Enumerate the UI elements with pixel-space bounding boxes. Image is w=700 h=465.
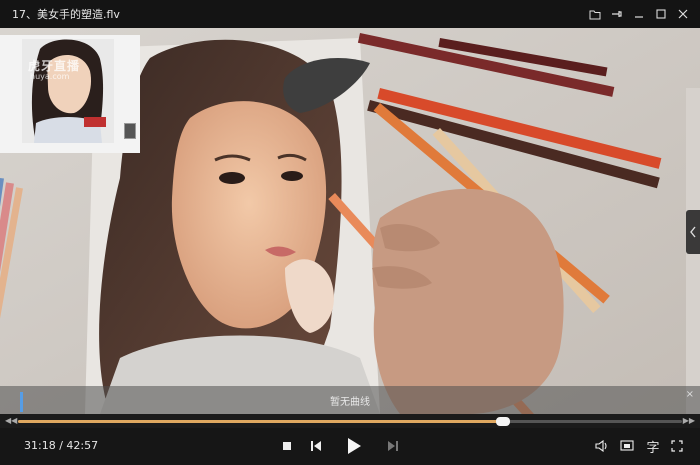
side-panel-toggle[interactable] — [686, 210, 700, 254]
control-bar: 31:18 / 42:57 字 — [0, 428, 700, 465]
pip-image — [22, 39, 114, 143]
curve-marker — [20, 392, 23, 412]
pip-thumbnail[interactable]: 虎牙直播 huya.com — [0, 35, 140, 153]
fullscreen-button[interactable] — [669, 435, 685, 457]
pin-icon[interactable] — [606, 3, 628, 25]
folder-icon[interactable] — [584, 3, 606, 25]
stop-button[interactable] — [280, 435, 294, 457]
window-title: 17、美女手的塑造.flv — [12, 8, 120, 21]
curve-strip: 暂无曲线 × — [0, 386, 700, 414]
stop-icon — [283, 442, 291, 450]
minimize-icon[interactable] — [628, 3, 650, 25]
forward-step-icon[interactable]: ▶▶ — [683, 416, 695, 425]
time-display: 31:18 / 42:57 — [24, 439, 98, 452]
screen-mode-icon — [620, 440, 634, 451]
progress-fill — [18, 420, 504, 423]
volume-icon — [595, 440, 607, 452]
time-separator: / — [55, 439, 67, 452]
progress-bar[interactable]: ◀◀ ▶▶ — [0, 414, 700, 428]
window-controls — [584, 3, 700, 25]
previous-button[interactable] — [309, 435, 323, 457]
curve-status: 暂无曲线 — [330, 396, 370, 408]
close-icon[interactable] — [672, 3, 694, 25]
current-time: 31:18 — [24, 439, 56, 452]
next-button[interactable] — [386, 435, 400, 457]
total-time: 42:57 — [66, 439, 99, 452]
pip-watermark-url: huya.com — [30, 72, 70, 81]
curve-close-icon[interactable]: × — [686, 389, 694, 400]
volume-button[interactable] — [594, 435, 610, 457]
skip-back-icon — [311, 441, 321, 451]
title-bar: 17、美女手的塑造.flv — [0, 0, 700, 28]
progress-track[interactable] — [18, 417, 682, 426]
chevron-left-icon — [690, 226, 696, 238]
play-icon — [348, 438, 361, 454]
screen-mode-button[interactable] — [619, 435, 635, 457]
pip-mini-thumb — [124, 123, 136, 139]
skip-forward-icon — [388, 441, 398, 451]
rewind-step-icon[interactable]: ◀◀ — [5, 416, 17, 425]
fullscreen-icon — [671, 440, 683, 452]
progress-thumb[interactable] — [496, 417, 511, 426]
play-button[interactable] — [343, 435, 365, 457]
subtitle-button[interactable]: 字 — [645, 435, 661, 457]
maximize-icon[interactable] — [650, 3, 672, 25]
